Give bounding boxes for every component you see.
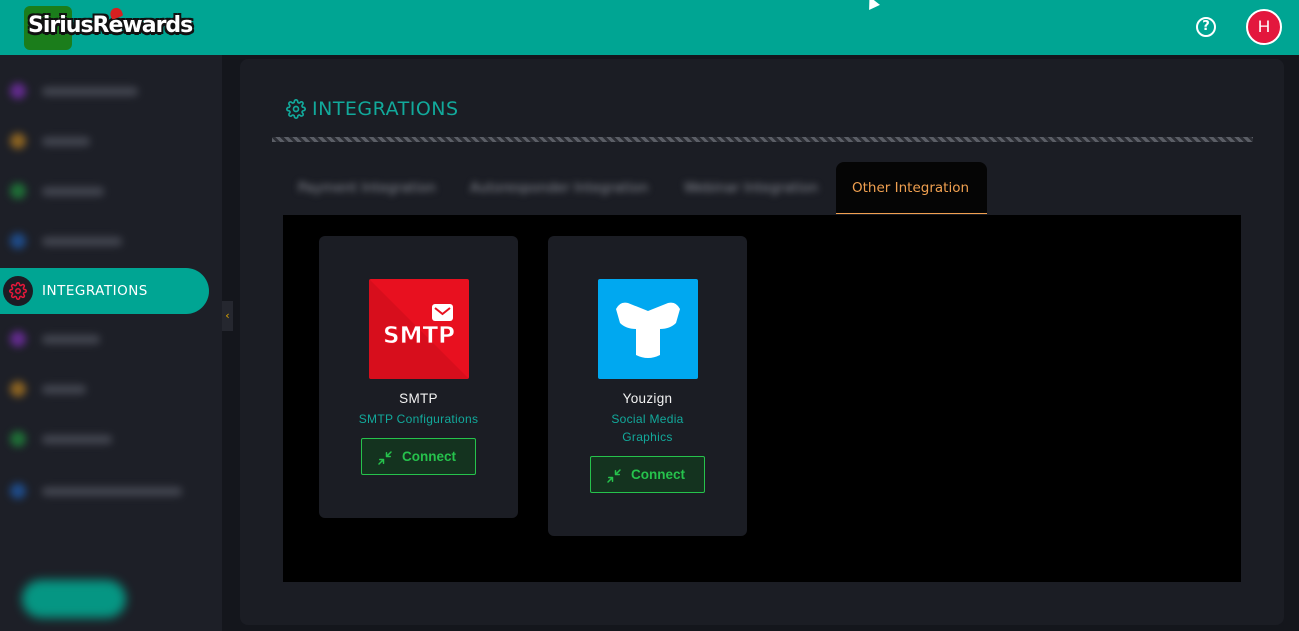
sidebar-item-label — [42, 487, 182, 496]
sidebar-item-icon — [10, 483, 26, 499]
youzign-logo — [598, 279, 698, 379]
sidebar-item-icon — [10, 183, 26, 199]
sidebar-item-blurred[interactable] — [8, 127, 198, 157]
gear-icon — [3, 276, 33, 306]
sidebar-item-label — [42, 187, 104, 196]
connect-button-label: Connect — [631, 467, 685, 482]
brand-name-part2: Rewards — [92, 13, 194, 38]
brand-name-part1: Sirius — [28, 13, 94, 38]
tab-label: Webinar Integration — [684, 180, 819, 196]
sidebar-item-label: INTEGRATIONS — [42, 283, 148, 299]
sidebar-item-icon — [10, 133, 26, 149]
sidebar-item-icon — [10, 233, 26, 249]
connect-button-label: Connect — [402, 449, 456, 464]
connect-button-youzign[interactable]: Connect — [590, 456, 705, 493]
sidebar-item-label — [42, 137, 90, 146]
sidebar-item-blurred[interactable] — [8, 375, 198, 405]
sirius-rewards-logo[interactable]: SiriusRewards — [24, 6, 214, 50]
tab-other-integration[interactable]: Other Integration — [836, 162, 987, 214]
sidebar-item-blurred[interactable] — [8, 477, 198, 507]
sidebar-item-blurred[interactable] — [8, 77, 198, 107]
tab-autoresponder-integration[interactable]: Autoresponder Integration — [454, 162, 664, 214]
question-circle-icon[interactable]: ? — [1196, 17, 1216, 37]
minimize-arrows-icon — [378, 451, 392, 465]
integration-card-smtp: SMTP SMTP SMTP Configurations Connect — [319, 236, 518, 518]
main-panel: INTEGRATIONS Payment Integration Autores… — [240, 59, 1284, 625]
sidebar-item-blurred[interactable] — [8, 425, 198, 455]
top-bar: SiriusRewards ? H — [0, 0, 1299, 55]
sidebar-item-icon — [10, 331, 26, 347]
sidebar-item-blurred[interactable] — [8, 177, 198, 207]
sidebar-bottom-button[interactable] — [22, 580, 126, 618]
minimize-arrows-icon — [607, 469, 621, 483]
title-divider — [272, 137, 1253, 142]
sidebar-item-icon — [10, 83, 26, 99]
sidebar-item-blurred[interactable] — [8, 325, 198, 355]
avatar[interactable]: H — [1246, 9, 1282, 45]
tab-payment-integration[interactable]: Payment Integration — [282, 162, 452, 214]
integration-description: SMTP Configurations — [358, 412, 479, 426]
connect-button-smtp[interactable]: Connect — [361, 438, 476, 475]
integration-name: SMTP — [399, 391, 438, 406]
sidebar-item-label — [42, 237, 122, 246]
smtp-logo: SMTP — [369, 279, 469, 379]
mouse-cursor-icon — [864, 0, 880, 10]
sidebar-item-integrations[interactable]: INTEGRATIONS — [0, 268, 209, 314]
integrations-grid: SMTP SMTP SMTP Configurations Connect Yo… — [283, 215, 1241, 582]
sidebar-item-blurred[interactable] — [8, 227, 198, 257]
integration-description: Social Media Graphics — [611, 412, 684, 444]
tab-webinar-integration[interactable]: Webinar Integration — [668, 162, 834, 214]
tab-label: Autoresponder Integration — [470, 180, 649, 196]
sidebar-item-label — [42, 87, 138, 96]
sidebar-item-label — [42, 335, 100, 344]
sidebar-item-label — [42, 385, 86, 394]
page-title: INTEGRATIONS — [286, 98, 459, 120]
integration-card-youzign: Youzign Social Media Graphics Connect — [548, 236, 747, 536]
chevron-left-icon[interactable]: ‹ — [222, 301, 233, 331]
sidebar-item-icon — [10, 431, 26, 447]
smtp-logo-text: SMTP — [383, 323, 455, 349]
page-title-text: INTEGRATIONS — [312, 98, 459, 120]
tab-label: Payment Integration — [298, 180, 436, 196]
integration-name: Youzign — [622, 391, 673, 406]
tab-label: Other Integration — [852, 180, 970, 196]
sidebar — [0, 55, 222, 631]
sidebar-item-icon — [10, 381, 26, 397]
sidebar-item-label — [42, 435, 112, 444]
